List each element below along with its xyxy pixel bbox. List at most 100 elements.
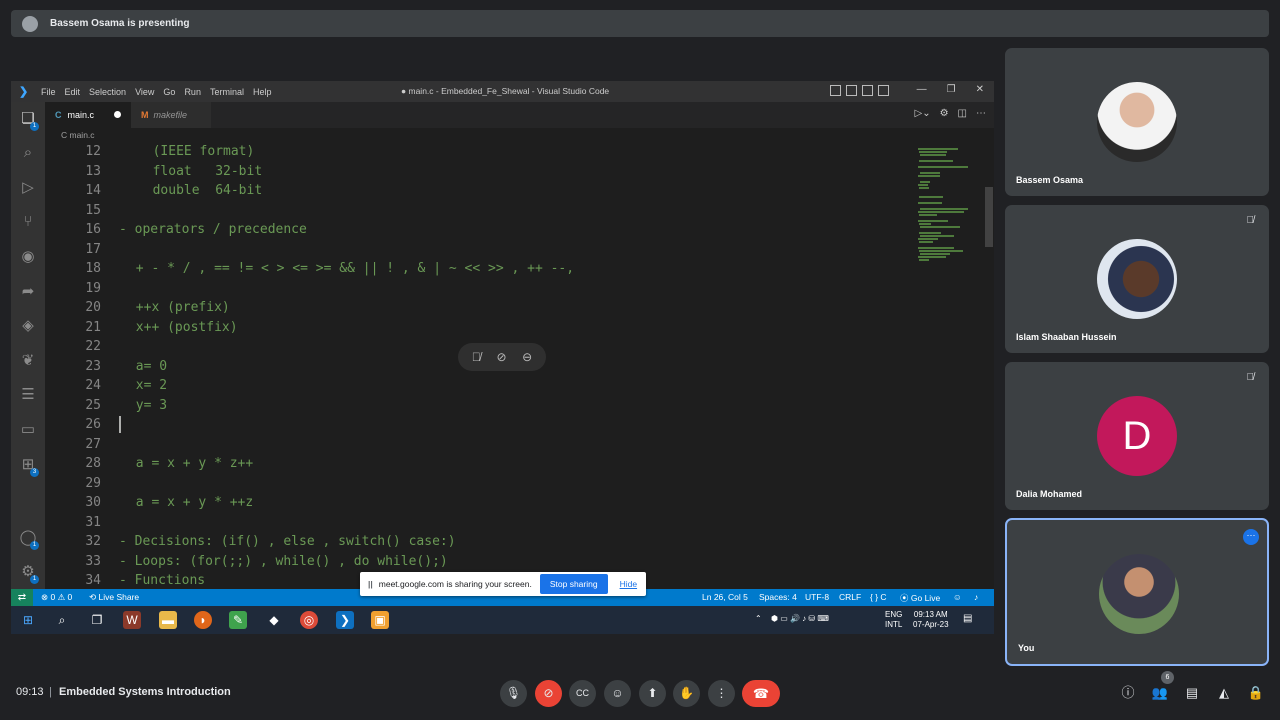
captions-button[interactable]: CC — [569, 680, 596, 707]
database-icon[interactable]: ☰ — [19, 386, 37, 404]
windows-start-icon[interactable]: ⊞ — [19, 611, 37, 629]
menu-run[interactable]: Run — [184, 87, 201, 97]
minimap[interactable] — [914, 142, 982, 262]
stop-sharing-button[interactable]: Stop sharing — [539, 574, 608, 594]
menu-help[interactable]: Help — [253, 87, 272, 97]
eol-status[interactable]: CRLF — [839, 592, 861, 602]
search-icon[interactable]: ⌕ — [19, 144, 37, 162]
remove-icon[interactable]: ⊖ — [522, 350, 532, 364]
code-line[interactable]: 18 + - * / , == != < > <= >= && || ! , & … — [45, 259, 915, 279]
more-options-icon[interactable]: ··· — [1243, 529, 1259, 545]
code-line[interactable]: 21 x++ (postfix) — [45, 318, 915, 338]
close-icon[interactable]: ✕ — [976, 84, 984, 95]
code-line[interactable]: 16 - operators / precedence — [45, 220, 915, 240]
go-live-status[interactable]: ⦿ Go Live — [900, 592, 940, 604]
mic-off-icon[interactable]: 🎙̸ — [472, 350, 481, 364]
toggle-secondary-sidebar-icon[interactable] — [862, 85, 873, 96]
split-editor-icon[interactable]: ◫ — [958, 108, 967, 119]
unsaved-dot-icon[interactable] — [114, 111, 121, 118]
code-line[interactable]: 30 a = x + y * ++z — [45, 493, 915, 513]
activities-icon[interactable]: ◭ — [1215, 684, 1233, 702]
present-button[interactable]: ⬆ — [639, 680, 666, 707]
layers-icon[interactable]: ◈ — [19, 317, 37, 335]
more-actions-icon[interactable]: ⋯ — [976, 108, 986, 119]
code-line[interactable]: 33 - Loops: (for(;;) , while() , do while… — [45, 552, 915, 572]
code-line[interactable]: 13 float 32-bit — [45, 162, 915, 182]
code-line[interactable]: 32 - Decisions: (if() , else , switch() c… — [45, 532, 915, 552]
app-icon[interactable]: ▣ — [371, 611, 389, 629]
menu-edit[interactable]: Edit — [65, 87, 81, 97]
code-line[interactable]: 31 — [45, 513, 915, 533]
gear-icon[interactable]: ⚙ — [940, 108, 949, 119]
remote-indicator-icon[interactable]: ⇄ — [11, 589, 33, 606]
video-off-icon[interactable]: ⊘ — [496, 350, 506, 364]
run-debug-icon[interactable]: ▷ — [19, 179, 37, 197]
toggle-panel-icon[interactable] — [846, 85, 857, 96]
code-line[interactable]: 24 x= 2 — [45, 376, 915, 396]
tab-main-c[interactable]: C main.c — [45, 102, 131, 128]
editor-scrollbar[interactable] — [984, 142, 994, 589]
mongodb-leaf-icon[interactable]: ❦ — [19, 352, 37, 370]
app-icon[interactable]: ◆ — [265, 611, 283, 629]
code-line[interactable]: 19 — [45, 279, 915, 299]
input-language[interactable]: ENG INTL — [885, 610, 902, 630]
scrollbar-thumb[interactable] — [985, 187, 993, 247]
menu-terminal[interactable]: Terminal — [210, 87, 244, 97]
tray-chevron-icon[interactable]: ⌃ — [755, 614, 762, 624]
chat-icon[interactable]: ▤ — [1183, 684, 1201, 702]
code-line[interactable]: 27 — [45, 435, 915, 455]
customize-layout-icon[interactable] — [878, 85, 889, 96]
code-line[interactable]: 20 ++x (prefix) — [45, 298, 915, 318]
tray-icons[interactable]: ⬢ ▭ 🔊 ♪ ⛁ ⌨ — [771, 614, 829, 624]
restore-icon[interactable]: ❐ — [947, 84, 956, 95]
feedback-icon[interactable]: ☺ — [953, 592, 962, 602]
leave-call-button[interactable]: ☎ — [742, 680, 780, 707]
vscode-taskbar-icon[interactable]: ❯ — [336, 611, 354, 629]
chrome-icon[interactable]: ◎ — [300, 611, 318, 629]
search-icon[interactable]: ⌕ — [53, 611, 71, 629]
raise-hand-button[interactable]: ✋ — [673, 680, 700, 707]
code-line[interactable]: 29 — [45, 474, 915, 494]
camera-off-button[interactable]: ⊘ — [535, 680, 562, 707]
remote-monitor-icon[interactable]: ▭ — [19, 421, 37, 439]
notepad-icon[interactable]: ✎ — [229, 611, 247, 629]
task-view-icon[interactable]: ❐ — [88, 611, 106, 629]
code-line[interactable]: 17 — [45, 240, 915, 260]
problems-status[interactable]: ⊗ 0 ⚠ 0 — [41, 592, 72, 603]
code-line[interactable]: 28 a = x + y * z++ — [45, 454, 915, 474]
source-control-icon[interactable]: ⑂ — [19, 213, 37, 231]
more-options-button[interactable]: ⋮ — [708, 680, 735, 707]
emoji-button[interactable]: ☺ — [604, 680, 631, 707]
code-line[interactable]: 25 y= 3 — [45, 396, 915, 416]
code-line[interactable]: 15 — [45, 201, 915, 221]
menu-file[interactable]: File — [41, 87, 56, 97]
self-tile[interactable]: ··· You — [1005, 518, 1269, 666]
code-line[interactable]: 14 double 64-bit — [45, 181, 915, 201]
indentation-status[interactable]: Spaces: 4 — [759, 592, 797, 602]
cursor-position[interactable]: Ln 26, Col 5 — [702, 592, 748, 602]
menu-go[interactable]: Go — [163, 87, 175, 97]
winrar-icon[interactable]: W — [123, 611, 141, 629]
minimize-icon[interactable]: — — [917, 84, 927, 95]
remote-explorer-icon[interactable]: ➦ — [19, 283, 37, 301]
run-code-icon[interactable]: ▷⌄ — [915, 108, 931, 119]
participant-tile[interactable]: 🎙̸ Islam Shaaban Hussein — [1005, 205, 1269, 353]
action-center-icon[interactable]: ▤ — [963, 614, 972, 624]
encoding-status[interactable]: UTF-8 — [805, 592, 829, 602]
breadcrumb[interactable]: C main.c — [45, 128, 994, 142]
notifications-bell-icon[interactable]: ♪ — [974, 592, 978, 602]
live-share-status[interactable]: ⟲ Live Share — [89, 592, 139, 603]
meeting-info-icon[interactable]: ⓘ — [1119, 684, 1137, 702]
code-line[interactable]: 26 — [45, 415, 915, 435]
app-icon[interactable]: ◗ — [194, 611, 212, 629]
toggle-sidebar-icon[interactable] — [830, 85, 841, 96]
menu-selection[interactable]: Selection — [89, 87, 126, 97]
tab-makefile[interactable]: M makefile — [131, 102, 211, 128]
people-icon[interactable]: 👥 — [1151, 684, 1169, 702]
file-explorer-icon[interactable]: ▬ — [159, 611, 177, 629]
participant-tile[interactable]: Bassem Osama — [1005, 48, 1269, 196]
host-controls-icon[interactable]: 🔒 — [1247, 684, 1265, 702]
code-line[interactable]: 12 (IEEE format) — [45, 142, 915, 162]
microphone-button[interactable]: 🎙 — [500, 680, 527, 707]
language-status[interactable]: { } C — [870, 592, 887, 602]
